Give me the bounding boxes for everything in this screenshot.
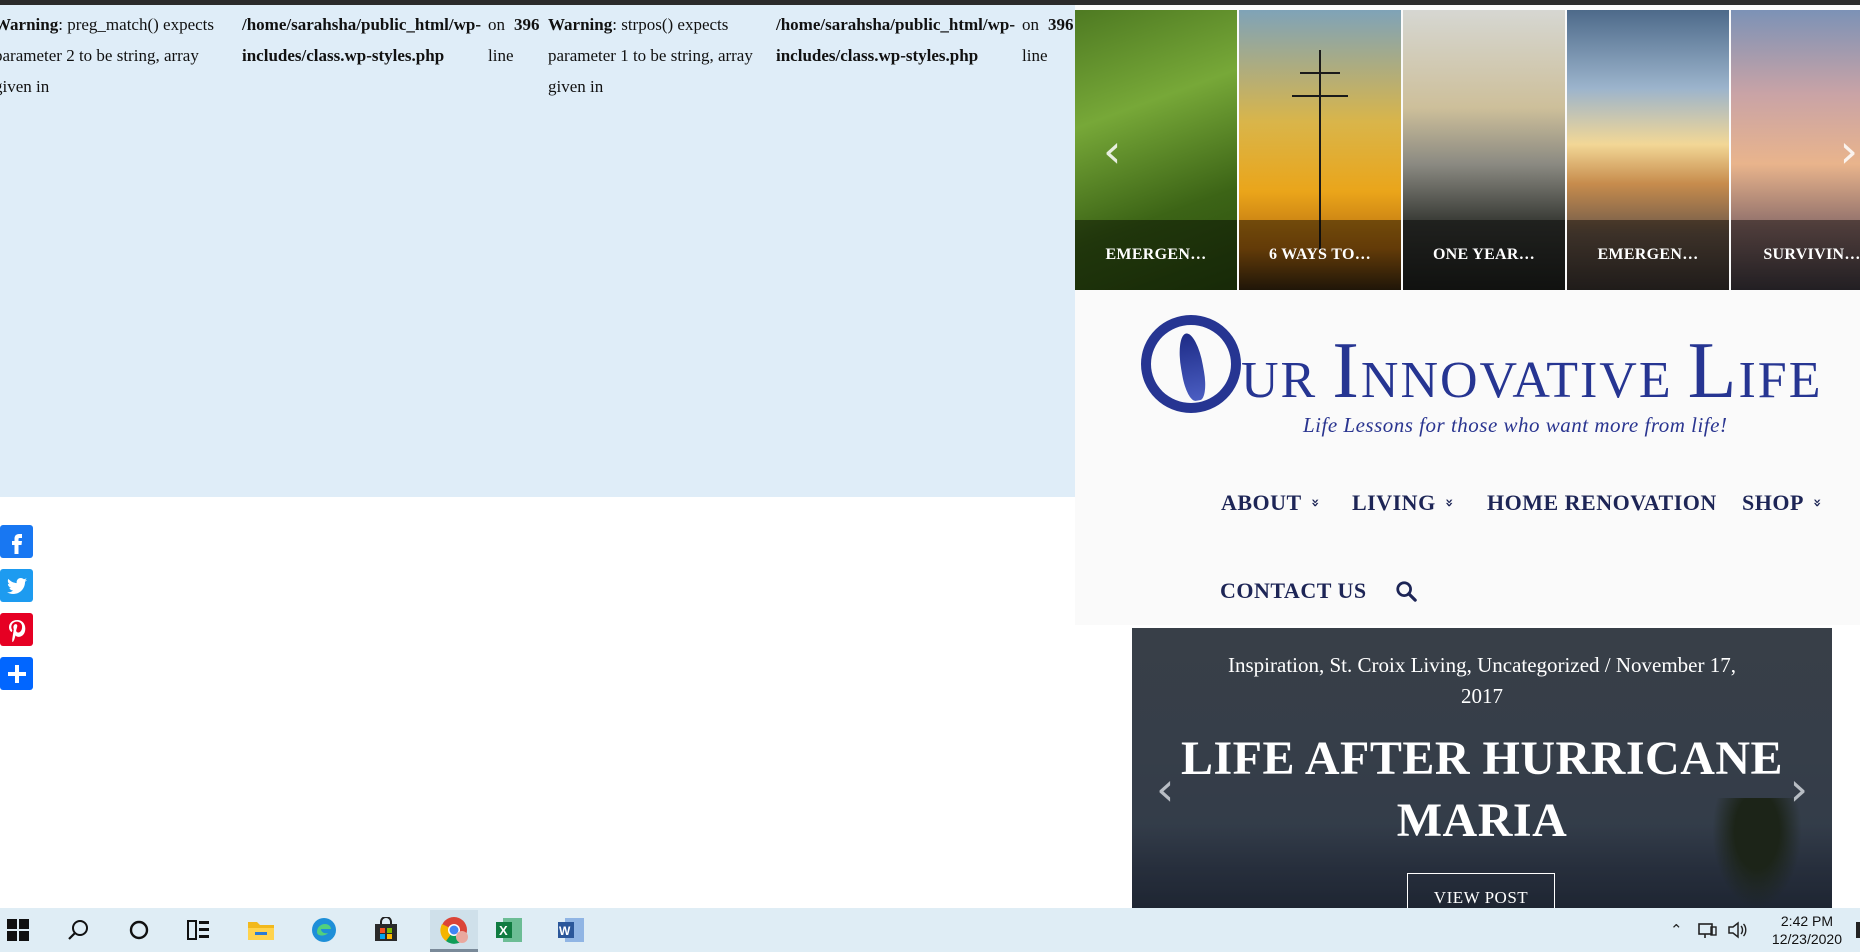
carousel-item[interactable]: EMERGEN… [1567, 10, 1729, 290]
social-share-bar [0, 525, 34, 701]
facebook-share-button[interactable] [0, 525, 33, 558]
site-logo[interactable]: UR INNOVATIVE LIFE Life Lessons for thos… [1141, 305, 1841, 445]
logo-wordmark: UR INNOVATIVE LIFE [1241, 327, 1823, 415]
logo-o-emblem [1141, 315, 1241, 413]
feather-icon [1175, 331, 1209, 403]
carousel-item[interactable]: ONE YEAR… [1403, 10, 1565, 290]
volume-icon[interactable] [1727, 921, 1747, 939]
carousel-caption: ONE YEAR… [1403, 220, 1565, 290]
facebook-icon [11, 533, 22, 554]
carousel-item[interactable]: EMERGEN… [1075, 10, 1237, 290]
warning-block-1: Warning: preg_match() expects parameter … [0, 9, 226, 102]
svg-text:X: X [499, 923, 508, 938]
chevron-left-icon[interactable]: ‹ [1156, 766, 1174, 812]
warning-path-2: /home/sarahsha/public_html/wp-includes/c… [776, 15, 1015, 65]
related-posts-carousel: EMERGEN… 6 WAYS TO… ONE YEAR… EMERGEN… S… [1075, 10, 1860, 290]
php-warning-area: Warning: preg_match() expects parameter … [0, 5, 1075, 497]
pinterest-icon [8, 619, 25, 642]
network-icon[interactable] [1697, 921, 1717, 939]
plus-icon [7, 664, 26, 683]
chrome-browser-icon[interactable] [440, 916, 468, 944]
warning-path-1: /home/sarahsha/public_html/wp-includes/c… [242, 15, 481, 65]
taskbar-clock[interactable]: 2:42 PM 12/23/2020 [1772, 912, 1842, 948]
post-meta[interactable]: Inspiration, St. Croix Living, Uncategor… [1132, 650, 1832, 712]
warning-label: Warning [0, 15, 59, 34]
carousel-item[interactable]: 6 WAYS TO… [1239, 10, 1401, 290]
power-tower-arm [1292, 95, 1348, 97]
nav-item-shop[interactable]: SHOP» [1742, 490, 1825, 516]
edge-browser-icon[interactable] [310, 916, 338, 944]
clock-date: 12/23/2020 [1771, 931, 1842, 947]
carousel-caption: EMERGEN… [1075, 220, 1237, 290]
chevron-right-icon[interactable]: › [1840, 128, 1858, 174]
chevron-right-icon[interactable]: › [1790, 766, 1808, 812]
search-icon[interactable] [65, 916, 93, 944]
store-icon[interactable] [372, 916, 400, 944]
featured-post-slider: Inspiration, St. Croix Living, Uncategor… [1132, 628, 1832, 908]
post-title[interactable]: LIFE AFTER HURRICANE MARIA [1132, 728, 1832, 852]
warning-block-2: Warning: strpos() expects parameter 1 to… [548, 9, 758, 102]
nav-item-home-renovation[interactable]: HOME RENOVATION [1487, 490, 1717, 516]
windows-start-icon[interactable] [4, 916, 32, 944]
twitter-share-button[interactable] [0, 569, 33, 602]
file-explorer-icon[interactable] [247, 916, 275, 944]
cortana-icon[interactable] [125, 916, 153, 944]
carousel-caption: 6 WAYS TO… [1239, 220, 1401, 290]
nav-item-contact-us[interactable]: CONTACT US [1220, 578, 1367, 604]
chevron-down-icon: » [1306, 498, 1323, 508]
view-post-button[interactable]: VIEW POST [1407, 873, 1555, 908]
chevron-down-icon: » [1440, 498, 1457, 508]
carousel-caption: EMERGEN… [1567, 220, 1729, 290]
carousel-caption: SURVIVIN… [1731, 220, 1860, 290]
site-tagline: Life Lessons for those who want more fro… [1303, 413, 1728, 437]
twitter-icon [6, 577, 27, 594]
chevron-up-icon[interactable]: ⌃ [1670, 921, 1683, 939]
warning-line-number-1: 396 [514, 15, 540, 34]
task-view-icon[interactable] [185, 916, 213, 944]
chevron-down-icon: » [1808, 498, 1825, 508]
nav-item-living[interactable]: LIVING» [1352, 490, 1457, 516]
search-icon[interactable] [1395, 580, 1417, 602]
show-desktop-button[interactable] [1856, 922, 1860, 938]
windows-taskbar: X W ⌃ 2:42 PM 12/23/2020 [0, 908, 1860, 952]
excel-icon[interactable]: X [495, 916, 523, 944]
warning-label: Warning [548, 15, 613, 34]
svg-text:W: W [559, 924, 571, 938]
clock-time: 2:42 PM [1780, 913, 1834, 929]
addtoany-share-button[interactable] [0, 657, 33, 690]
nav-item-about[interactable]: ABOUT» [1221, 490, 1323, 516]
system-tray: ⌃ [1670, 908, 1747, 952]
pinterest-share-button[interactable] [0, 613, 33, 646]
warning-line-number-2: 396 [1048, 15, 1074, 34]
word-icon[interactable]: W [557, 916, 585, 944]
power-tower-arm [1300, 72, 1340, 74]
chevron-left-icon[interactable]: ‹ [1103, 128, 1121, 174]
site-header-column: EMERGEN… 6 WAYS TO… ONE YEAR… EMERGEN… S… [1075, 5, 1860, 625]
